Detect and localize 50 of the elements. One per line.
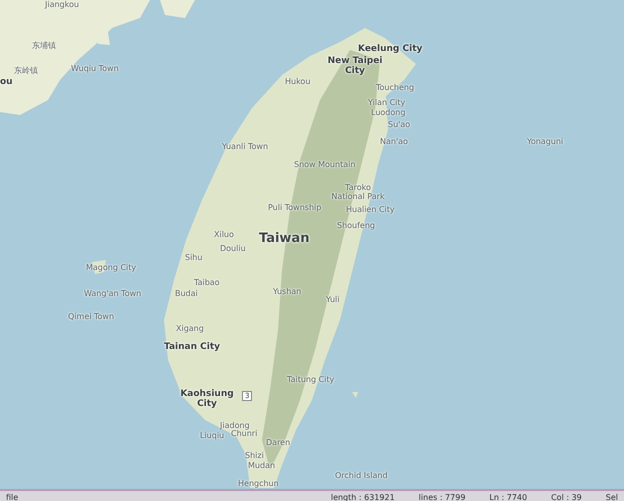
map-label: Nan'ao [380, 137, 408, 146]
map-label: Taroko National Park [330, 183, 386, 201]
map-label: Yushan [273, 287, 302, 296]
map-label: Puli Township [268, 203, 322, 212]
map-label: Snow Mountain [294, 160, 356, 169]
map-label: Sihu [185, 253, 202, 262]
map-label: 东埔镇 [32, 41, 56, 50]
map-label: Xigang [176, 324, 204, 333]
status-text: lines : 7799 [418, 492, 466, 501]
map-label: Keelung City [358, 44, 422, 54]
map-label: Magong City [86, 263, 136, 272]
status-text: Col : 39 [551, 492, 582, 501]
map-label: Taitung City [287, 375, 334, 384]
map-label: Taibao [194, 278, 220, 287]
status-text: Sel [606, 492, 618, 501]
map-label: Taiwan [259, 231, 310, 246]
map-label: Xiluo [214, 230, 234, 239]
map-label: Shoufeng [337, 221, 375, 230]
map-view[interactable] [0, 0, 624, 489]
map-label: Mudan [248, 461, 276, 470]
map-label: Wang'an Town [84, 289, 142, 298]
map-label: Chunri [231, 429, 258, 438]
map-label: Qimei Town [68, 312, 114, 321]
map-label: Hualien City [346, 205, 395, 214]
map-label: New Taipei City [326, 56, 384, 76]
map-label: Orchid Island [335, 471, 388, 480]
map-label: Luodong [371, 108, 406, 117]
map-label: Yuanli Town [222, 142, 268, 151]
map-label: Tainan City [164, 342, 220, 352]
map-label: Hengchun [238, 479, 279, 488]
map-label: Wuqiu Town [71, 64, 119, 73]
map-label: Kaohsiung City [179, 389, 235, 409]
map-label: Yuli [326, 295, 340, 304]
map-label: Daren [266, 438, 290, 447]
map-label: Jiangkou [45, 0, 79, 9]
map-label: Hukou [285, 77, 310, 86]
map-label: Budai [175, 289, 198, 298]
status-text: length : 631921 [330, 492, 395, 501]
map-label: Su'ao [388, 120, 410, 129]
map-label: Shizi [245, 451, 264, 460]
map-label: Liuqiu [200, 431, 224, 440]
map-label: Douliu [220, 244, 246, 253]
map-label: 东岭镇 [14, 66, 38, 75]
map-label: Jiadong [220, 421, 250, 430]
map-label: Yonaguni [527, 137, 564, 146]
status-text: file [6, 492, 18, 501]
map-label: ou [0, 77, 13, 87]
map-label: Toucheng [376, 83, 414, 92]
status-text: Ln : 7740 [489, 492, 528, 501]
map-label: Yilan City [368, 98, 406, 107]
